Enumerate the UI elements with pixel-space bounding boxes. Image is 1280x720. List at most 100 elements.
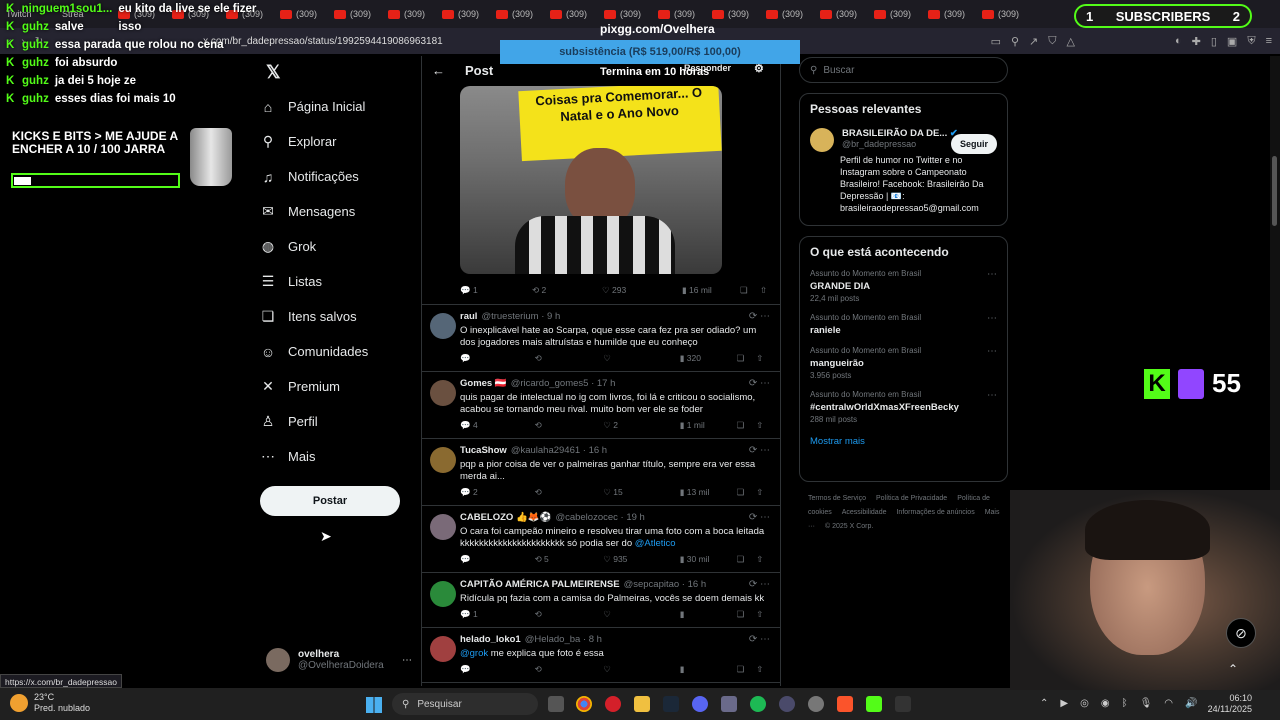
nav-item-premium[interactable]: ✕ Premium bbox=[260, 369, 420, 404]
share-icon[interactable]: ⇧ bbox=[756, 664, 770, 675]
sidebar-icon[interactable]: ▯ bbox=[1211, 35, 1217, 48]
reply-icon[interactable]: 💬 bbox=[460, 353, 535, 364]
messages-expand-icon[interactable]: ⌃ bbox=[1228, 662, 1238, 676]
nav-item-grok[interactable]: ◍ Grok bbox=[260, 229, 420, 264]
brave-icon[interactable] bbox=[837, 696, 853, 712]
brave-shield-icon[interactable]: ⛉ bbox=[1048, 35, 1056, 48]
app-icon[interactable] bbox=[721, 696, 737, 712]
views-icon[interactable]: ▮ 16 mil bbox=[682, 285, 740, 296]
browser-tab[interactable]: (309) bbox=[490, 0, 544, 28]
avatar[interactable] bbox=[430, 447, 456, 473]
rewards-icon[interactable]: △ bbox=[1067, 35, 1075, 48]
like-icon[interactable]: ♡ bbox=[603, 353, 680, 364]
nav-item-perfil[interactable]: ♙ Perfil bbox=[260, 404, 420, 439]
footer-link[interactable]: Termos de Serviço bbox=[808, 495, 866, 502]
author-name[interactable]: raul bbox=[460, 311, 477, 325]
avatar[interactable] bbox=[430, 514, 456, 540]
follow-button[interactable]: Seguir bbox=[951, 134, 997, 154]
volume-icon[interactable]: 🔊 bbox=[1185, 698, 1197, 709]
browser-tab[interactable]: (309) bbox=[382, 0, 436, 28]
share-icon[interactable]: ↗ bbox=[1029, 35, 1038, 48]
mic-icon[interactable]: 🎙 bbox=[1140, 698, 1153, 709]
puzzle-icon[interactable]: ✚ bbox=[1192, 35, 1201, 48]
share-icon[interactable]: ⇧ bbox=[756, 353, 770, 364]
nav-item-comunidades[interactable]: ☺ Comunidades bbox=[260, 334, 420, 369]
tray-icon[interactable]: ⌃ bbox=[1040, 698, 1048, 709]
repost-icon[interactable]: ⟲ bbox=[535, 487, 604, 498]
app-icon[interactable] bbox=[779, 696, 795, 712]
discord-icon[interactable] bbox=[692, 696, 708, 712]
share-icon[interactable]: ⇧ bbox=[760, 285, 767, 296]
nav-item-notificações[interactable]: ♫ Notificações bbox=[260, 159, 420, 194]
scrollbar-thumb[interactable] bbox=[1272, 156, 1277, 226]
post-more-icon[interactable]: ⟳ ⋯ bbox=[749, 634, 770, 645]
avatar[interactable] bbox=[430, 581, 456, 607]
post-button[interactable]: Postar bbox=[260, 486, 400, 516]
bookmark-icon[interactable]: ❏ bbox=[740, 285, 760, 296]
windows-start-icon[interactable] bbox=[366, 697, 382, 713]
avatar[interactable] bbox=[430, 313, 456, 339]
post-more-icon[interactable]: ⟳ ⋯ bbox=[749, 378, 770, 389]
reply-post[interactable]: helado_loko1 @Helado_ba · 8 h ⟳ ⋯ @grok me … bbox=[422, 628, 780, 683]
nav-item-explorar[interactable]: ⚲ Explorar bbox=[260, 124, 420, 159]
reply-icon[interactable]: 💬 1 bbox=[460, 285, 532, 296]
repost-icon[interactable]: ⟲ bbox=[535, 353, 604, 364]
author-name[interactable]: CAPITÃO AMÉRICA PALMEIRENSE bbox=[460, 579, 620, 593]
views-icon[interactable]: ▮ 13 mil bbox=[680, 487, 737, 498]
views-icon[interactable]: ▮ 320 bbox=[680, 353, 737, 364]
views-icon[interactable]: ▮ bbox=[680, 664, 737, 675]
post-image[interactable]: Coisas pra Comemorar... O Natal e o Ano … bbox=[460, 86, 722, 274]
footer-link[interactable]: Informações de anúncios bbox=[896, 509, 974, 516]
browser-tab[interactable]: (309) bbox=[922, 0, 976, 28]
like-icon[interactable]: ♡ bbox=[603, 664, 680, 675]
browser-tab[interactable]: (309) bbox=[436, 0, 490, 28]
share-icon[interactable]: ⇧ bbox=[756, 609, 770, 620]
views-icon[interactable]: ▮ 30 mil bbox=[680, 554, 737, 565]
clock[interactable]: 06:10 24/11/2025 bbox=[1208, 693, 1252, 715]
mention-link[interactable]: @grok bbox=[460, 648, 488, 659]
kick-app-icon[interactable] bbox=[866, 696, 882, 712]
repost-icon[interactable]: ⟲ 5 bbox=[535, 554, 604, 565]
footer-link[interactable]: Acessibilidade bbox=[842, 509, 887, 516]
author-name[interactable]: Gomes 🇦🇹 bbox=[460, 378, 507, 392]
epic-games-icon[interactable] bbox=[895, 696, 911, 712]
repost-icon[interactable]: ⟲ 2 bbox=[532, 285, 602, 296]
nav-item-página-inicial[interactable]: ⌂ Página Inicial bbox=[260, 89, 420, 124]
browser-tab[interactable]: (309) bbox=[868, 0, 922, 28]
menu-icon[interactable]: ≡ bbox=[1266, 35, 1272, 48]
trend-item[interactable]: Assunto do Momento em Brasil #centralwOrl… bbox=[810, 390, 997, 424]
chrome-icon[interactable] bbox=[576, 696, 592, 712]
author-name[interactable]: CABELOZO 👍🦊⚽ bbox=[460, 512, 551, 526]
wallet-icon[interactable]: ▣ bbox=[1227, 35, 1237, 48]
reply-icon[interactable]: 💬 2 bbox=[460, 487, 535, 498]
task-view-icon[interactable] bbox=[548, 696, 564, 712]
bookmark-icon[interactable]: ❏ bbox=[737, 554, 757, 565]
reply-post[interactable]: raul @truesterium · 9 h ⟳ ⋯ O inexplicável … bbox=[422, 305, 780, 372]
browser-tab[interactable]: (309) bbox=[328, 0, 382, 28]
reply-icon[interactable]: 💬 bbox=[460, 554, 535, 565]
post-more-icon[interactable]: ⟳ ⋯ bbox=[749, 512, 770, 523]
mention-link[interactable]: @Atletico bbox=[635, 538, 676, 549]
reply-post[interactable]: CABELOZO 👍🦊⚽ @cabelozocec · 19 h ⟳ ⋯ O cara… bbox=[422, 506, 780, 573]
tray-icon[interactable]: ▶ bbox=[1060, 698, 1068, 709]
show-more-link[interactable]: Mostrar mais bbox=[810, 436, 997, 447]
obs-icon[interactable] bbox=[808, 696, 824, 712]
bluetooth-icon[interactable]: ᛒ bbox=[1122, 698, 1128, 709]
zoom-icon[interactable]: ⚲ bbox=[1011, 35, 1019, 48]
spotify-icon[interactable] bbox=[750, 696, 766, 712]
footer-link[interactable]: © 2025 X Corp. bbox=[825, 523, 873, 530]
trend-item[interactable]: Assunto do Momento em Brasil GRANDE DIA 22… bbox=[810, 269, 997, 303]
opera-icon[interactable] bbox=[605, 696, 621, 712]
trend-item[interactable]: Assunto do Momento em Brasil raniele ⋯ bbox=[810, 313, 997, 336]
author-name[interactable]: TucaShow bbox=[460, 445, 507, 459]
bookmark-icon[interactable]: ❏ bbox=[737, 353, 757, 364]
avatar[interactable] bbox=[430, 380, 456, 406]
repost-icon[interactable]: ⟲ bbox=[535, 664, 604, 675]
repost-icon[interactable]: ⟲ bbox=[535, 609, 604, 620]
relevant-name[interactable]: BRASILEIRÃO DA DE... ✔ bbox=[842, 128, 958, 139]
post-more-icon[interactable]: ⟳ ⋯ bbox=[749, 311, 770, 322]
like-icon[interactable]: ♡ 293 bbox=[602, 285, 682, 296]
bookmark-icon[interactable]: ❏ bbox=[737, 487, 757, 498]
file-explorer-icon[interactable] bbox=[634, 696, 650, 712]
share-icon[interactable]: ⇧ bbox=[756, 487, 770, 498]
